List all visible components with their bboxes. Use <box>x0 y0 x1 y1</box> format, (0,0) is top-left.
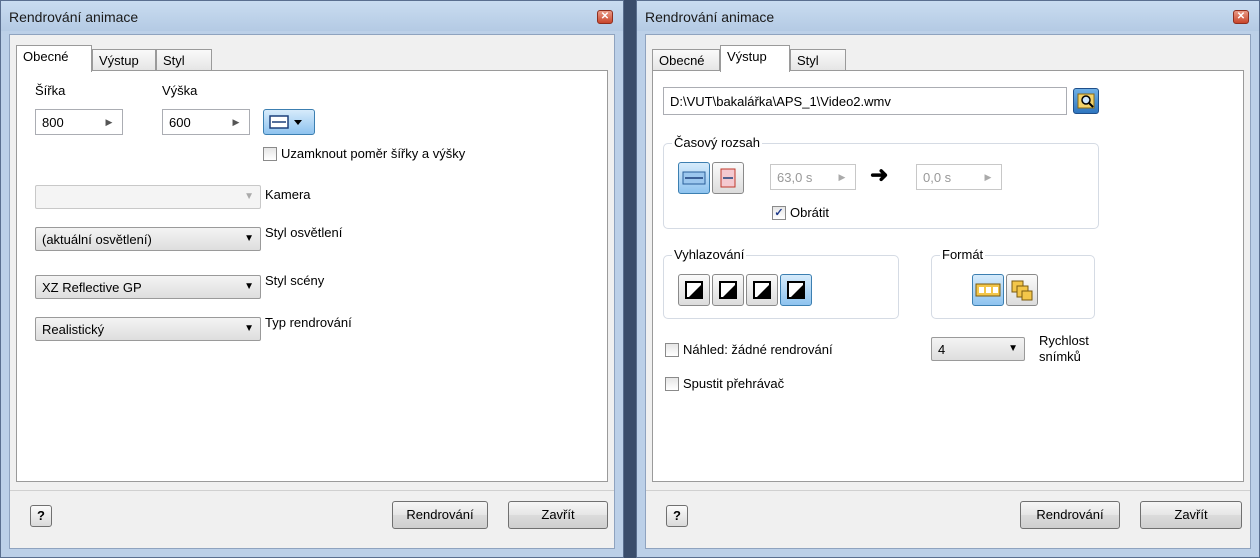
close-button[interactable]: Zavřít <box>1140 501 1242 529</box>
help-icon[interactable]: ? <box>30 505 52 527</box>
scene-style-select[interactable]: XZ Reflective GP ▼ <box>35 275 261 299</box>
antialias-level-icon <box>787 281 805 299</box>
film-strip-icon <box>975 283 1001 297</box>
title-bar[interactable]: Rendrování animace ✕ <box>1 1 623 31</box>
output-path-value: D:\VUT\bakalářka\APS_1\Video2.wmv <box>670 94 891 109</box>
start-time-spinner[interactable]: 63,0 s ▶ <box>770 164 856 190</box>
height-label: Výška <box>162 83 198 98</box>
format-label: Formát <box>940 247 986 262</box>
frame-rate-value: 4 <box>938 342 946 357</box>
tab-panel-output: D:\VUT\bakalářka\APS_1\Video2.wmv Časový… <box>652 70 1244 482</box>
render-animation-dialog-general: Rendrování animace ✕ Obecné Výstup Styl … <box>0 0 624 558</box>
footer-divider <box>10 490 614 491</box>
time-range-label: Časový rozsah <box>672 135 762 150</box>
antialias-high-button[interactable] <box>780 274 812 306</box>
aspect-ratio-button[interactable] <box>263 109 315 135</box>
preview-checkbox[interactable] <box>665 343 679 357</box>
tab-general[interactable]: Obecné <box>16 45 92 72</box>
antialiasing-group: Vyhlazování <box>663 247 899 319</box>
scene-label: Styl scény <box>265 273 325 288</box>
spin-right-icon[interactable]: ▶ <box>227 110 245 134</box>
lighting-style-select[interactable]: (aktuální osvětlení) ▼ <box>35 227 261 251</box>
close-icon[interactable]: ✕ <box>1233 10 1249 24</box>
chevron-down-icon: ▼ <box>244 323 254 334</box>
antialias-level-icon <box>685 281 703 299</box>
format-video-button[interactable] <box>972 274 1004 306</box>
antialias-level-icon <box>753 281 771 299</box>
frame-rate-label-line2: snímků <box>1039 349 1081 364</box>
end-time-spinner[interactable]: 0,0 s ▶ <box>916 164 1002 190</box>
window-title: Rendrování animace <box>645 9 775 25</box>
antialias-medium-button[interactable] <box>746 274 778 306</box>
frame-rate-select[interactable]: 4 ▼ <box>931 337 1025 361</box>
dialog-client: Obecné Výstup Styl Šířka Výška 800 ▶ 600… <box>9 34 615 549</box>
window-title: Rendrování animace <box>9 9 139 25</box>
tab-output[interactable]: Výstup <box>92 49 156 71</box>
dialog-client: Obecné Výstup Styl D:\VUT\bakalářka\APS_… <box>645 34 1251 549</box>
camera-label: Kamera <box>265 187 311 202</box>
custom-range-button[interactable] <box>712 162 744 194</box>
close-icon[interactable]: ✕ <box>597 10 613 24</box>
spin-right-icon[interactable]: ▶ <box>833 165 851 189</box>
lighting-label: Styl osvětlení <box>265 225 343 240</box>
width-label: Šířka <box>35 83 66 98</box>
arrow-right-icon: ➜ <box>870 162 889 187</box>
close-button[interactable]: Zavřít <box>508 501 608 529</box>
spin-right-icon[interactable]: ▶ <box>100 110 118 134</box>
render-button[interactable]: Rendrování <box>1020 501 1120 529</box>
antialias-level-icon <box>719 281 737 299</box>
tab-panel-general: Šířka Výška 800 ▶ 600 ▶ Uzamknout poměr … <box>16 70 608 482</box>
render-button[interactable]: Rendrování <box>392 501 488 529</box>
film-custom-range-icon <box>720 168 736 188</box>
browse-button[interactable] <box>1073 88 1099 114</box>
height-value: 600 <box>169 115 191 130</box>
width-spinner[interactable]: 800 ▶ <box>35 109 123 135</box>
resize-horizontal-icon <box>269 115 302 129</box>
full-range-button[interactable] <box>678 162 710 194</box>
footer-divider <box>646 490 1250 491</box>
render-type-value: Realistický <box>42 322 105 337</box>
chevron-down-icon: ▼ <box>244 233 254 244</box>
output-path-field[interactable]: D:\VUT\bakalářka\APS_1\Video2.wmv <box>663 87 1067 115</box>
reverse-checkbox[interactable]: ✓ <box>772 206 786 220</box>
image-sequence-icon <box>1011 280 1033 301</box>
reverse-label: Obrátit <box>790 205 830 220</box>
lighting-value: (aktuální osvětlení) <box>42 232 152 247</box>
launch-player-label: Spustit přehrávač <box>683 376 785 391</box>
chevron-down-icon: ▼ <box>244 281 254 292</box>
time-range-group: Časový rozsah 63,0 s ▶ ➜ 0,0 s ▶ ✓ Obrát… <box>663 135 1099 229</box>
start-time-value: 63,0 s <box>777 170 813 185</box>
end-time-value: 0,0 s <box>923 170 952 185</box>
lock-ratio-label: Uzamknout poměr šířky a výšky <box>281 146 466 161</box>
chevron-down-icon: ▼ <box>1008 343 1018 354</box>
chevron-down-icon: ▼ <box>244 191 254 202</box>
render-type-label: Typ rendrování <box>265 315 352 330</box>
launch-player-checkbox[interactable] <box>665 377 679 391</box>
tab-general[interactable]: Obecné <box>652 49 720 71</box>
preview-label: Náhled: žádné rendrování <box>683 342 833 357</box>
title-bar[interactable]: Rendrování animace ✕ <box>637 1 1259 31</box>
width-value: 800 <box>42 115 64 130</box>
height-spinner[interactable]: 600 ▶ <box>162 109 250 135</box>
camera-select[interactable]: ▼ <box>35 185 261 209</box>
scene-value: XZ Reflective GP <box>42 280 142 295</box>
lock-ratio-checkbox[interactable] <box>263 147 277 161</box>
antialiasing-label: Vyhlazování <box>672 247 747 262</box>
spin-right-icon[interactable]: ▶ <box>979 165 997 189</box>
render-animation-dialog-output: Rendrování animace ✕ Obecné Výstup Styl … <box>636 0 1260 558</box>
help-icon[interactable]: ? <box>666 505 688 527</box>
frame-rate-label-line1: Rychlost <box>1039 333 1089 348</box>
format-image-sequence-button[interactable] <box>1006 274 1038 306</box>
tab-style[interactable]: Styl <box>790 49 846 71</box>
folder-search-icon <box>1077 93 1095 109</box>
render-type-select[interactable]: Realistický ▼ <box>35 317 261 341</box>
tab-style[interactable]: Styl <box>156 49 212 71</box>
tab-output[interactable]: Výstup <box>720 45 790 72</box>
antialias-low-button[interactable] <box>712 274 744 306</box>
format-group: Formát <box>931 247 1095 319</box>
antialias-none-button[interactable] <box>678 274 710 306</box>
film-range-icon <box>682 171 706 185</box>
